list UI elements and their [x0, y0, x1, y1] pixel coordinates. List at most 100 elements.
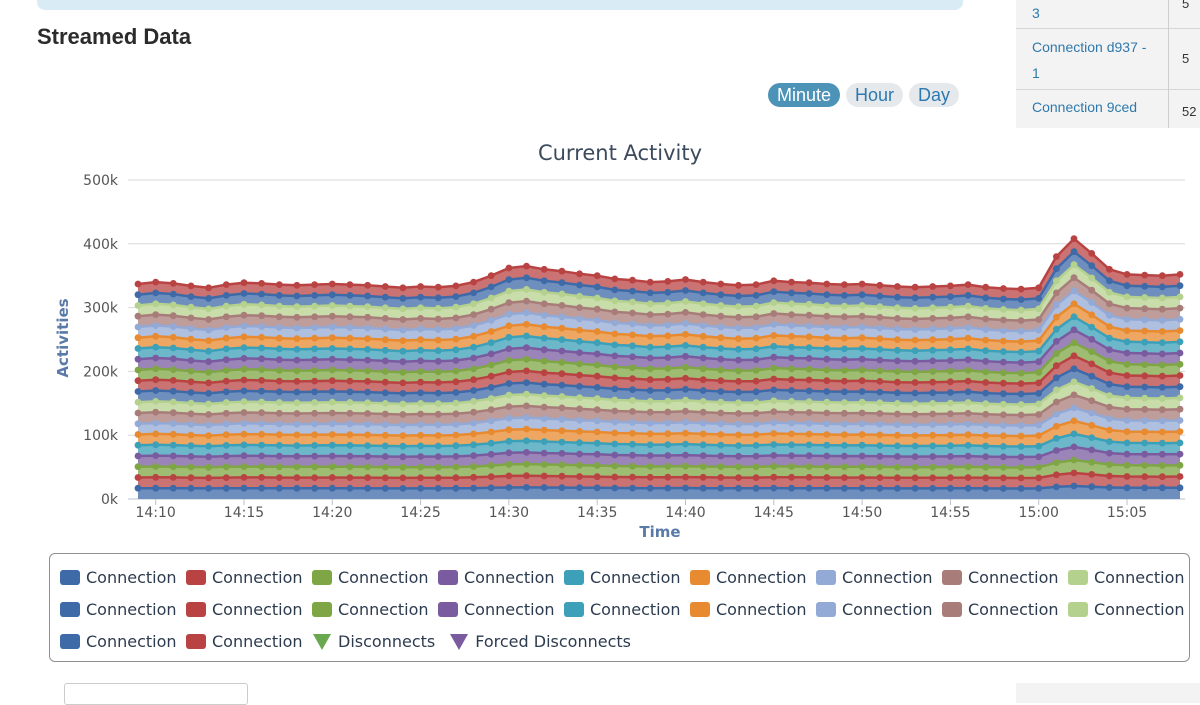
data-point[interactable]: [275, 334, 283, 342]
data-point[interactable]: [293, 463, 301, 471]
data-point[interactable]: [1176, 338, 1184, 346]
data-point[interactable]: [1123, 304, 1131, 312]
data-point[interactable]: [593, 473, 601, 481]
data-point[interactable]: [1141, 439, 1149, 447]
data-point[interactable]: [487, 484, 495, 492]
data-point[interactable]: [222, 281, 230, 288]
data-point[interactable]: [470, 419, 477, 427]
data-point[interactable]: [646, 463, 654, 470]
data-point[interactable]: [452, 367, 460, 375]
data-point[interactable]: [646, 441, 654, 449]
data-point[interactable]: [222, 484, 230, 492]
data-point[interactable]: [982, 421, 990, 429]
data-point[interactable]: [876, 452, 884, 460]
data-point[interactable]: [1141, 428, 1149, 436]
data-point[interactable]: [876, 410, 884, 417]
data-point[interactable]: [1035, 358, 1043, 366]
data-point[interactable]: [275, 474, 283, 481]
data-point[interactable]: [505, 299, 513, 307]
data-point[interactable]: [593, 305, 601, 313]
data-point[interactable]: [134, 388, 142, 395]
data-point[interactable]: [1035, 474, 1043, 482]
data-point[interactable]: [222, 292, 230, 299]
data-point[interactable]: [1141, 450, 1149, 458]
data-point[interactable]: [1053, 265, 1060, 273]
data-point[interactable]: [346, 484, 354, 492]
data-point[interactable]: [576, 450, 583, 458]
data-point[interactable]: [417, 474, 424, 482]
data-point[interactable]: [629, 440, 636, 448]
data-point[interactable]: [1106, 426, 1113, 434]
data-point[interactable]: [982, 410, 990, 418]
data-point[interactable]: [1053, 313, 1060, 321]
data-point[interactable]: [911, 379, 919, 386]
data-point[interactable]: [823, 280, 831, 288]
data-point[interactable]: [187, 484, 195, 492]
data-point[interactable]: [646, 398, 654, 405]
data-point[interactable]: [664, 452, 672, 459]
data-point[interactable]: [947, 303, 954, 311]
data-point[interactable]: [1176, 282, 1184, 290]
data-point[interactable]: [381, 485, 389, 492]
data-point[interactable]: [611, 286, 619, 294]
data-point[interactable]: [717, 280, 725, 288]
data-point[interactable]: [311, 409, 318, 417]
data-point[interactable]: [258, 484, 265, 492]
data-point[interactable]: [911, 347, 919, 355]
data-point[interactable]: [240, 474, 248, 481]
data-point[interactable]: [911, 453, 919, 460]
data-point[interactable]: [434, 442, 442, 450]
data-point[interactable]: [152, 289, 160, 297]
data-point[interactable]: [1053, 362, 1060, 370]
data-point[interactable]: [505, 380, 513, 387]
data-point[interactable]: [911, 336, 919, 344]
data-point[interactable]: [417, 389, 424, 397]
data-point[interactable]: [1053, 325, 1060, 333]
data-point[interactable]: [275, 431, 283, 439]
data-point[interactable]: [169, 463, 177, 471]
data-point[interactable]: [611, 473, 619, 481]
data-point[interactable]: [381, 346, 389, 354]
data-point[interactable]: [240, 376, 248, 384]
data-point[interactable]: [558, 267, 566, 275]
legend-item[interactable]: Connection: [1068, 568, 1185, 587]
data-point[interactable]: [1176, 383, 1184, 391]
data-point[interactable]: [576, 461, 583, 469]
data-point[interactable]: [558, 324, 566, 332]
data-point[interactable]: [311, 281, 318, 288]
data-point[interactable]: [240, 300, 248, 308]
data-point[interactable]: [699, 441, 707, 449]
data-point[interactable]: [258, 290, 265, 298]
data-point[interactable]: [434, 294, 442, 302]
data-point[interactable]: [328, 366, 336, 374]
data-point[interactable]: [611, 462, 619, 470]
data-point[interactable]: [152, 300, 160, 308]
data-point[interactable]: [876, 303, 884, 310]
data-point[interactable]: [364, 484, 371, 492]
data-point[interactable]: [717, 334, 725, 342]
data-point[interactable]: [523, 414, 530, 421]
data-point[interactable]: [929, 368, 937, 375]
data-point[interactable]: [1000, 474, 1007, 482]
data-point[interactable]: [540, 265, 548, 273]
data-point[interactable]: [805, 365, 813, 373]
data-point[interactable]: [187, 421, 195, 428]
data-point[interactable]: [1070, 287, 1078, 295]
data-point[interactable]: [487, 361, 495, 369]
data-point[interactable]: [1158, 417, 1166, 425]
data-point[interactable]: [169, 301, 177, 309]
data-point[interactable]: [947, 389, 954, 396]
data-point[interactable]: [752, 420, 760, 428]
data-point[interactable]: [735, 452, 742, 460]
data-point[interactable]: [187, 357, 195, 364]
data-point[interactable]: [275, 324, 283, 331]
data-point[interactable]: [328, 420, 336, 428]
data-point[interactable]: [364, 463, 371, 471]
data-point[interactable]: [1123, 439, 1131, 447]
data-point[interactable]: [611, 352, 619, 360]
data-point[interactable]: [699, 311, 707, 318]
data-point[interactable]: [1070, 352, 1078, 360]
data-point[interactable]: [240, 441, 248, 449]
data-point[interactable]: [982, 485, 990, 492]
data-point[interactable]: [505, 264, 513, 272]
